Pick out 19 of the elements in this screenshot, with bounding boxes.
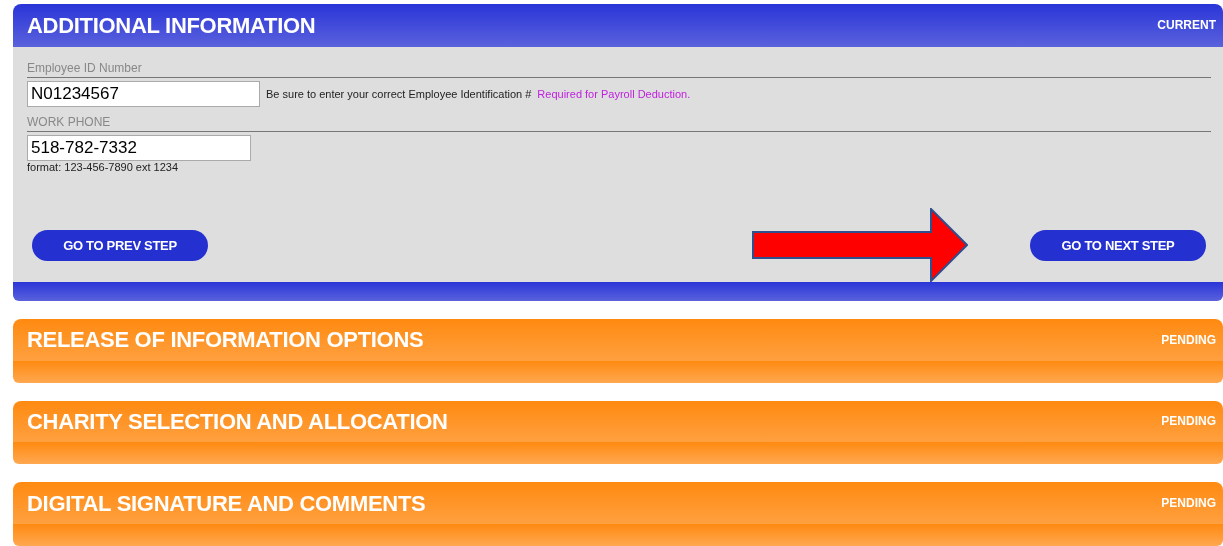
format-hint: format: 123-456-7890 ext 1234 — [27, 160, 179, 174]
prev-step-button[interactable]: GO TO PREV STEP — [32, 229, 208, 261]
input-field[interactable]: N01234567 — [27, 80, 260, 107]
arrow-icon — [752, 207, 968, 282]
section-title: CHARITY SELECTION AND ALLOCATION — [27, 407, 448, 436]
next-step-button[interactable]: GO TO NEXT STEP — [1030, 229, 1206, 261]
section-header[interactable]: ADDITIONAL INFORMATION CURRENT — [13, 4, 1223, 47]
hint-text: Be sure to enter your correct Employee Identification # — [266, 86, 532, 102]
required-note: Required for Payroll Deduction. — [537, 86, 691, 102]
status-label: CURRENT — [1157, 17, 1216, 35]
section-title: ADDITIONAL INFORMATION — [27, 11, 316, 40]
input-field[interactable]: 518-782-7332 — [27, 134, 251, 161]
status-label: PENDING — [1161, 495, 1216, 513]
status-label: PENDING — [1161, 331, 1216, 349]
section-title: DIGITAL SIGNATURE AND COMMENTS — [27, 489, 426, 518]
status-label: PENDING — [1161, 413, 1216, 431]
field-label: WORK PHONE — [27, 114, 111, 129]
section-title: RELEASE OF INFORMATION OPTIONS — [27, 326, 424, 355]
field-label: Employee ID Number — [27, 60, 142, 75]
